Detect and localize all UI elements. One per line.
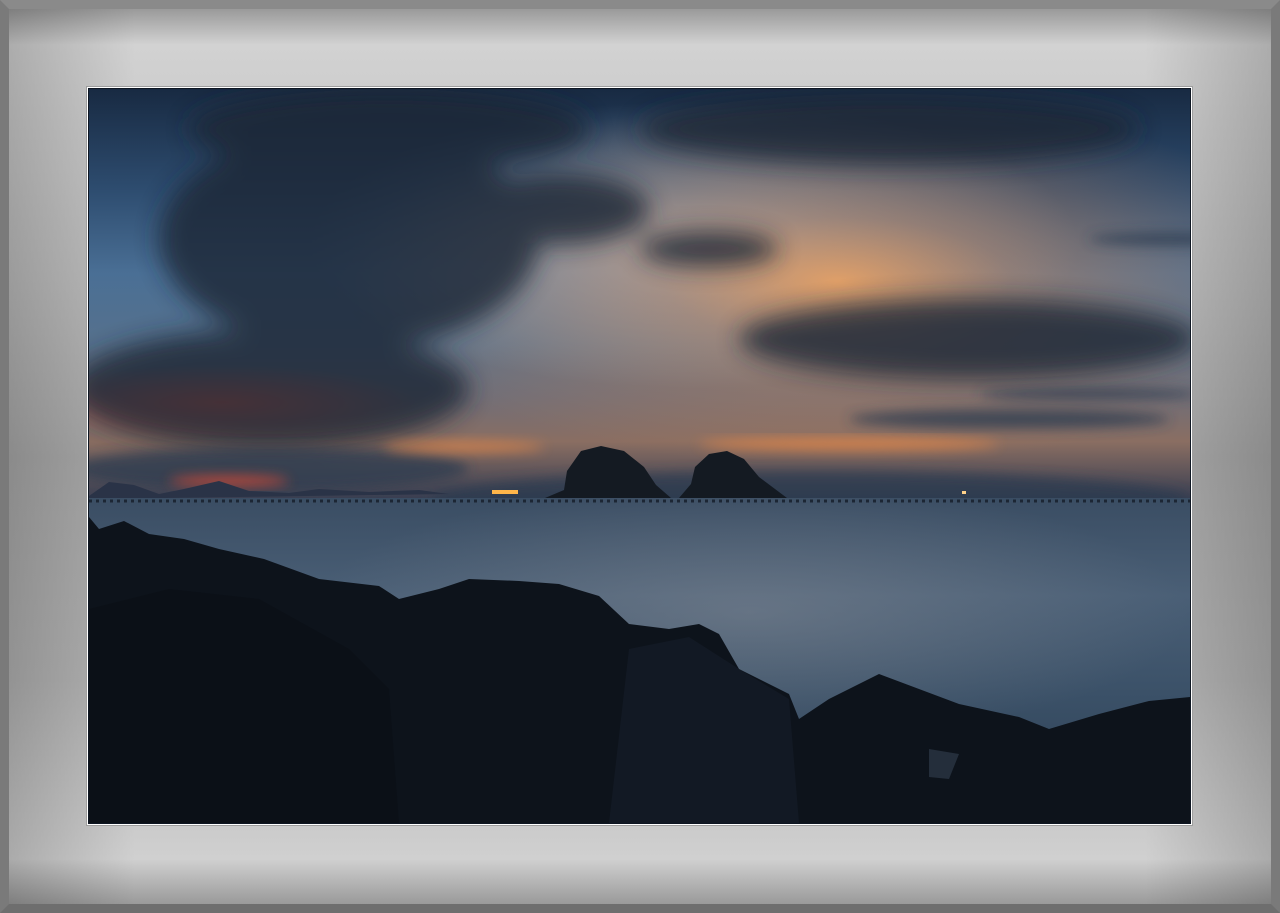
sunset-seascape-photo: [89, 89, 1190, 823]
photo-canvas: [89, 89, 1190, 823]
distant-buoy-light: [962, 491, 966, 494]
distant-ship-light: [492, 490, 518, 494]
